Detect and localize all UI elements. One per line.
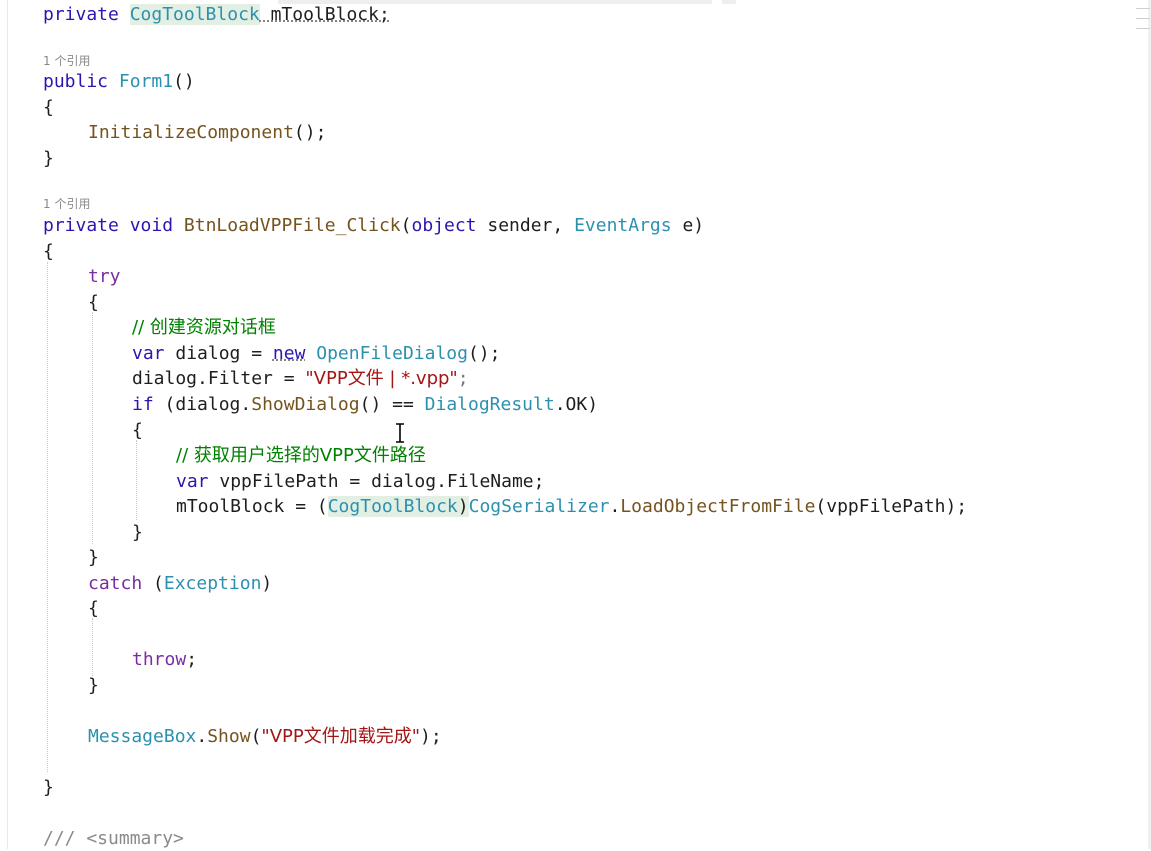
code-line-comment[interactable]: // 获取用户选择的VPP文件路径 (176, 443, 426, 468)
code-line-brace[interactable]: { (88, 290, 99, 315)
type-name: EventArgs (574, 215, 672, 236)
code-line-ctor[interactable]: public Form1() (43, 69, 195, 94)
string-literal: "VPP文件加载完成" (261, 726, 421, 747)
code-line-brace[interactable]: { (43, 239, 54, 264)
punctuation: ; (186, 649, 198, 670)
code-line-filter[interactable]: dialog.Filter = "VPP文件 | *.vpp"; (132, 366, 469, 391)
indent-guide (47, 262, 48, 772)
punctuation: ( (250, 726, 262, 747)
code-line-messagebox[interactable]: MessageBox.Show("VPP文件加载完成"); (88, 724, 442, 749)
identifier: mToolBlock; (259, 4, 390, 25)
control-keyword: try (88, 266, 121, 287)
parameter: sender, (476, 215, 575, 236)
code-line-load[interactable]: mToolBlock = (CogToolBlock)CogSerializer… (176, 494, 967, 519)
code-line-field[interactable]: private CogToolBlock mToolBlock; (43, 2, 390, 27)
method-call: ShowDialog (251, 394, 360, 415)
punctuation: ( (400, 215, 412, 236)
comment: // 获取用户选择的VPP文件路径 (176, 445, 426, 466)
code-text: .OK) (554, 394, 599, 415)
punctuation: (); (467, 343, 501, 364)
code-line-brace[interactable]: } (43, 775, 54, 800)
control-keyword: catch (88, 573, 143, 594)
punctuation: ) (261, 573, 273, 594)
punctuation: ; (457, 368, 469, 389)
method-call: LoadObjectFromFile (620, 496, 816, 517)
code-line-brace[interactable]: } (88, 673, 99, 698)
code-text: () == (359, 394, 425, 415)
method-call: InitializeComponent (88, 122, 294, 143)
code-line-if[interactable]: if (dialog.ShowDialog() == DialogResult.… (132, 392, 598, 417)
control-keyword: throw (132, 649, 187, 670)
code-line-catch[interactable]: catch (Exception) (88, 571, 272, 596)
keyword: void (129, 215, 174, 236)
punctuation: (); (293, 122, 327, 143)
gutter-divider (7, 0, 8, 849)
indent-guide (92, 312, 93, 544)
code-line-brace[interactable]: { (132, 418, 143, 443)
type-name: MessageBox (88, 726, 197, 747)
codelens-references[interactable]: 1 个引用 (43, 53, 90, 69)
codelens-references[interactable]: 1 个引用 (43, 196, 90, 212)
keyword: if (132, 394, 154, 415)
keyword: private (43, 215, 119, 236)
code-line-throw[interactable]: throw; (132, 647, 197, 672)
xml-doc-comment: /// <summary> (43, 828, 184, 849)
keyword: object (411, 215, 477, 236)
code-line-path[interactable]: var vppFilePath = dialog.FileName; (176, 469, 544, 494)
punctuation: ); (420, 726, 442, 747)
code-text: (vppFilePath); (815, 496, 968, 517)
code-text: (dialog. (153, 394, 252, 415)
keyword: private (43, 4, 119, 25)
code-text: dialog = (164, 343, 273, 364)
keyword: new (272, 343, 306, 364)
method-call: Show (207, 726, 251, 747)
code-line-dialog[interactable]: var dialog = new OpenFileDialog(); (132, 341, 500, 366)
method-name: Form1 (118, 71, 174, 92)
type-name: CogSerializer (468, 496, 610, 517)
tab-strip-fragment-2 (722, 0, 736, 4)
type-name: Exception (163, 573, 262, 594)
code-line-method-signature[interactable]: private void BtnLoadVPPFile_Click(object… (43, 213, 704, 238)
parameter: e) (671, 215, 705, 236)
string-literal: "VPP文件 | *.vpp" (305, 368, 458, 389)
type-name: CogToolBlock (327, 496, 458, 517)
scrollbar-marker (1136, 8, 1150, 9)
punctuation: () (173, 71, 195, 92)
indent-guide (136, 440, 137, 520)
code-line-init[interactable]: InitializeComponent(); (88, 120, 326, 145)
type-name: OpenFileDialog (316, 343, 468, 364)
code-line-comment[interactable]: // 创建资源对话框 (132, 315, 276, 340)
code-line-brace[interactable]: } (132, 520, 143, 545)
scrollbar-marker (1136, 28, 1150, 29)
text-cursor-icon (396, 423, 404, 443)
code-text: dialog.Filter = (132, 368, 306, 389)
code-line-try[interactable]: try (88, 264, 121, 289)
punctuation: . (609, 496, 621, 517)
punctuation: ) (457, 496, 469, 517)
punctuation: . (196, 726, 208, 747)
code-text: mToolBlock = ( (176, 496, 328, 517)
punctuation: ( (142, 573, 164, 594)
code-line-brace[interactable]: { (43, 95, 54, 120)
method-name: BtnLoadVPPFile_Click (183, 215, 401, 236)
type-name: CogToolBlock (129, 4, 260, 25)
code-line-brace[interactable]: } (88, 545, 99, 570)
code-line-brace[interactable]: } (43, 146, 54, 171)
code-text: vppFilePath = dialog.FileName; (208, 471, 545, 492)
code-line-brace[interactable]: { (88, 596, 99, 621)
code-line-xml-doc[interactable]: /// <summary> (43, 826, 184, 851)
code-editor[interactable]: private CogToolBlock mToolBlock; 1 个引用 p… (0, 0, 1151, 849)
indent-guide (92, 618, 93, 676)
type-name: DialogResult (424, 394, 555, 415)
keyword: public (43, 71, 109, 92)
scrollbar-marker (1136, 18, 1150, 19)
keyword: var (132, 343, 165, 364)
comment: // 创建资源对话框 (132, 317, 276, 338)
keyword: var (176, 471, 209, 492)
